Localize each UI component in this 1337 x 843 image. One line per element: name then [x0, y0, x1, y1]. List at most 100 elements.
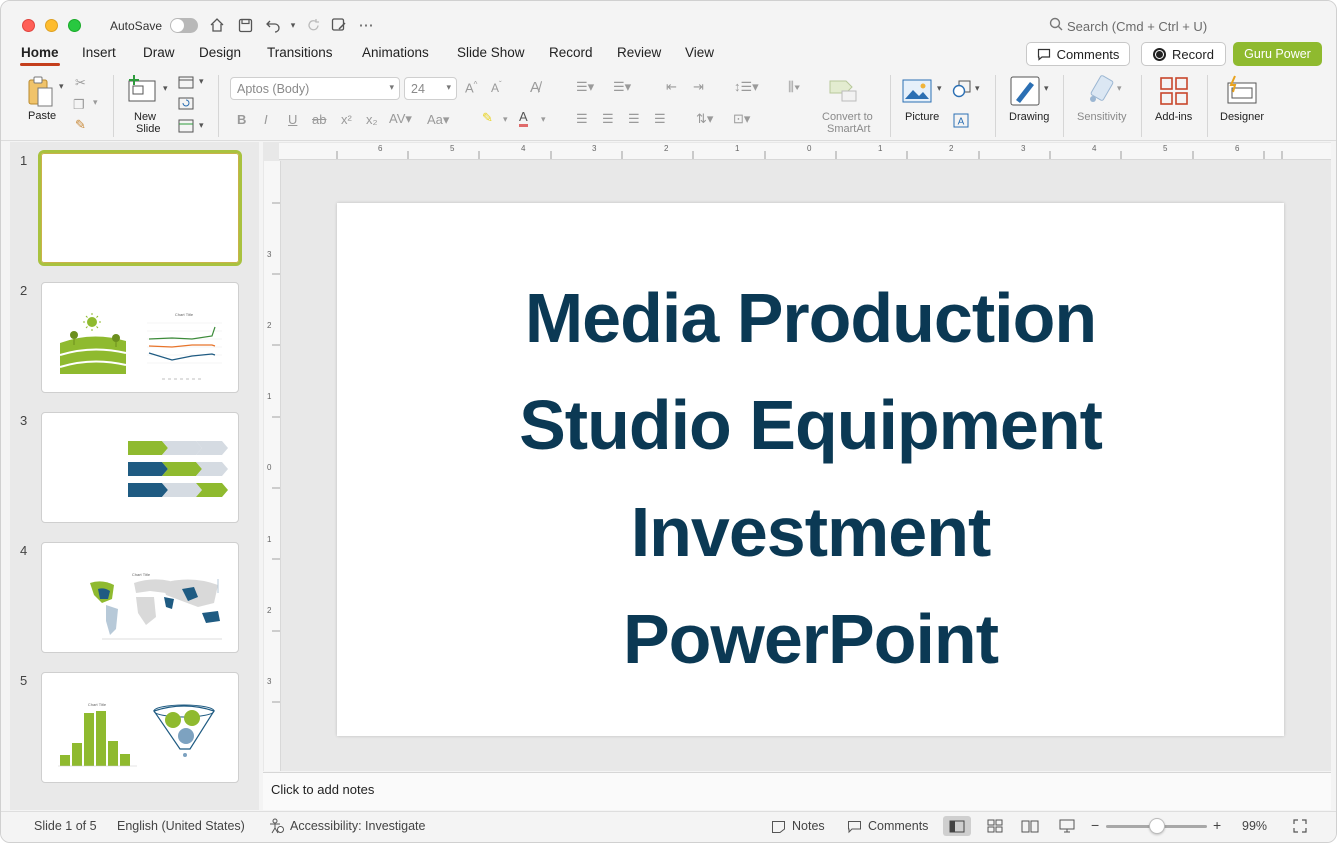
redo-icon[interactable] [303, 15, 323, 35]
tab-transitions[interactable]: Transitions [267, 45, 333, 60]
slide-thumbnail-4[interactable]: Chart Title [41, 542, 239, 653]
record-button[interactable]: Record [1141, 42, 1226, 66]
paste-dropdown-icon[interactable]: ▾ [59, 81, 64, 92]
comments-button[interactable]: Comments [1026, 42, 1130, 66]
tab-design[interactable]: Design [199, 45, 241, 60]
tab-draw[interactable]: Draw [143, 45, 175, 60]
search-input[interactable]: Search (Cmd + Ctrl + U) [1067, 19, 1207, 34]
save-icon[interactable] [235, 15, 255, 35]
slide-thumbnail-1[interactable] [38, 150, 242, 266]
more-icon[interactable]: ⋯ [356, 15, 376, 35]
text-box-icon[interactable]: A [953, 113, 969, 128]
copy-icon[interactable]: ❐ [73, 97, 85, 113]
align-right-icon[interactable]: ☰ [628, 111, 640, 127]
zoom-window-button[interactable] [68, 19, 81, 32]
zoom-in-button[interactable]: + [1213, 817, 1221, 833]
drawing-dropdown-icon[interactable]: ▾ [1044, 83, 1049, 94]
save-as-icon[interactable] [329, 15, 349, 35]
shapes-icon[interactable] [952, 80, 972, 98]
font-name-select[interactable]: Aptos (Body) ▾ [230, 77, 400, 100]
zoom-out-button[interactable]: − [1091, 817, 1099, 833]
guru-power-button[interactable]: Guru Power [1233, 42, 1322, 66]
superscript-icon[interactable]: x² [341, 112, 352, 127]
language-indicator[interactable]: English (United States) [117, 819, 245, 833]
zoom-slider-handle[interactable] [1149, 818, 1165, 834]
zoom-level[interactable]: 99% [1242, 819, 1267, 833]
highlight-icon[interactable]: ✎ [482, 110, 493, 126]
home-icon[interactable] [207, 15, 227, 35]
undo-dropdown-icon[interactable]: ▾ [283, 15, 303, 35]
italic-icon[interactable]: I [264, 112, 268, 127]
tab-insert[interactable]: Insert [82, 45, 116, 60]
bold-icon[interactable]: B [237, 112, 246, 127]
bullets-icon[interactable]: ☰▾ [576, 79, 594, 95]
tab-record[interactable]: Record [549, 45, 593, 60]
decrease-font-size-icon[interactable]: Aˇ [491, 80, 502, 95]
close-window-button[interactable] [22, 19, 35, 32]
align-text-icon[interactable]: ⊡▾ [733, 111, 750, 127]
autosave-toggle[interactable] [170, 18, 198, 33]
copy-dropdown-icon[interactable]: ▾ [93, 97, 98, 108]
layout-icon[interactable] [178, 76, 194, 89]
clear-formatting-icon[interactable]: A̸ [530, 79, 540, 96]
new-slide-icon[interactable] [127, 75, 157, 103]
cut-icon[interactable]: ✂ [75, 75, 86, 91]
reset-slide-icon[interactable] [178, 97, 194, 110]
slide-thumbnail-2[interactable]: Chart Title [41, 282, 239, 393]
subscript-icon[interactable]: x₂ [366, 112, 378, 127]
undo-icon[interactable] [263, 15, 283, 35]
new-slide-dropdown-icon[interactable]: ▾ [163, 83, 168, 94]
slide-title[interactable]: Media Production Studio Equipment Invest… [337, 265, 1284, 693]
font-color-icon[interactable]: A [519, 110, 528, 127]
add-ins-icon[interactable] [1160, 77, 1188, 105]
slide-thumbnail-5[interactable]: Chart Title [41, 672, 239, 783]
fit-to-window-icon[interactable] [1293, 819, 1307, 833]
notes-pane[interactable]: Click to add notes [263, 772, 1331, 810]
shapes-dropdown-icon[interactable]: ▾ [975, 83, 980, 94]
slide-canvas[interactable]: Media Production Studio Equipment Invest… [337, 203, 1284, 736]
columns-icon[interactable]: ⫼▾ [788, 79, 800, 95]
decrease-indent-icon[interactable]: ⇤ [666, 79, 677, 95]
section-dropdown-icon[interactable]: ▾ [199, 120, 204, 131]
normal-view-button[interactable] [943, 816, 971, 836]
smartart-icon[interactable] [828, 77, 858, 103]
slide-thumbnail-3[interactable] [41, 412, 239, 523]
align-center-icon[interactable]: ☰ [602, 111, 614, 127]
line-spacing-icon[interactable]: ↕☰▾ [734, 79, 759, 95]
notes-toggle[interactable]: Notes [792, 819, 825, 833]
comments-toggle[interactable]: Comments [868, 819, 928, 833]
paste-icon[interactable] [26, 76, 56, 108]
sensitivity-icon[interactable] [1087, 75, 1115, 105]
tab-slide-show[interactable]: Slide Show [457, 45, 525, 60]
font-size-select[interactable]: 24 ▾ [404, 77, 457, 100]
increase-indent-icon[interactable]: ⇥ [693, 79, 704, 95]
increase-font-size-icon[interactable]: A^ [465, 80, 477, 95]
text-direction-icon[interactable]: ⇅▾ [696, 111, 713, 127]
reading-view-button[interactable] [1016, 816, 1044, 836]
picture-icon[interactable] [902, 79, 932, 103]
justify-icon[interactable]: ☰ [654, 111, 666, 127]
layout-dropdown-icon[interactable]: ▾ [199, 76, 204, 87]
section-icon[interactable] [178, 119, 194, 133]
tab-view[interactable]: View [685, 45, 714, 60]
tab-animations[interactable]: Animations [362, 45, 429, 60]
tab-home[interactable]: Home [21, 45, 59, 60]
designer-icon[interactable] [1226, 75, 1258, 105]
align-left-icon[interactable]: ☰ [576, 111, 588, 127]
picture-dropdown-icon[interactable]: ▾ [937, 83, 942, 94]
format-painter-icon[interactable]: ✎ [75, 117, 86, 133]
highlight-dropdown-icon[interactable]: ▾ [503, 114, 508, 125]
minimize-window-button[interactable] [45, 19, 58, 32]
change-case-icon[interactable]: Aa▾ [427, 112, 449, 128]
font-color-dropdown-icon[interactable]: ▾ [541, 114, 546, 125]
drawing-icon[interactable] [1010, 76, 1040, 106]
sensitivity-dropdown-icon[interactable]: ▾ [1117, 83, 1122, 94]
accessibility-status[interactable]: Accessibility: Investigate [290, 819, 425, 833]
slideshow-button[interactable] [1053, 816, 1081, 836]
numbering-icon[interactable]: ☰▾ [613, 79, 631, 95]
strikethrough-icon[interactable]: ab [312, 112, 326, 127]
tab-review[interactable]: Review [617, 45, 661, 60]
character-spacing-icon[interactable]: AV▾ [389, 111, 412, 127]
underline-icon[interactable]: U [288, 112, 297, 127]
slide-sorter-button[interactable] [981, 816, 1009, 836]
